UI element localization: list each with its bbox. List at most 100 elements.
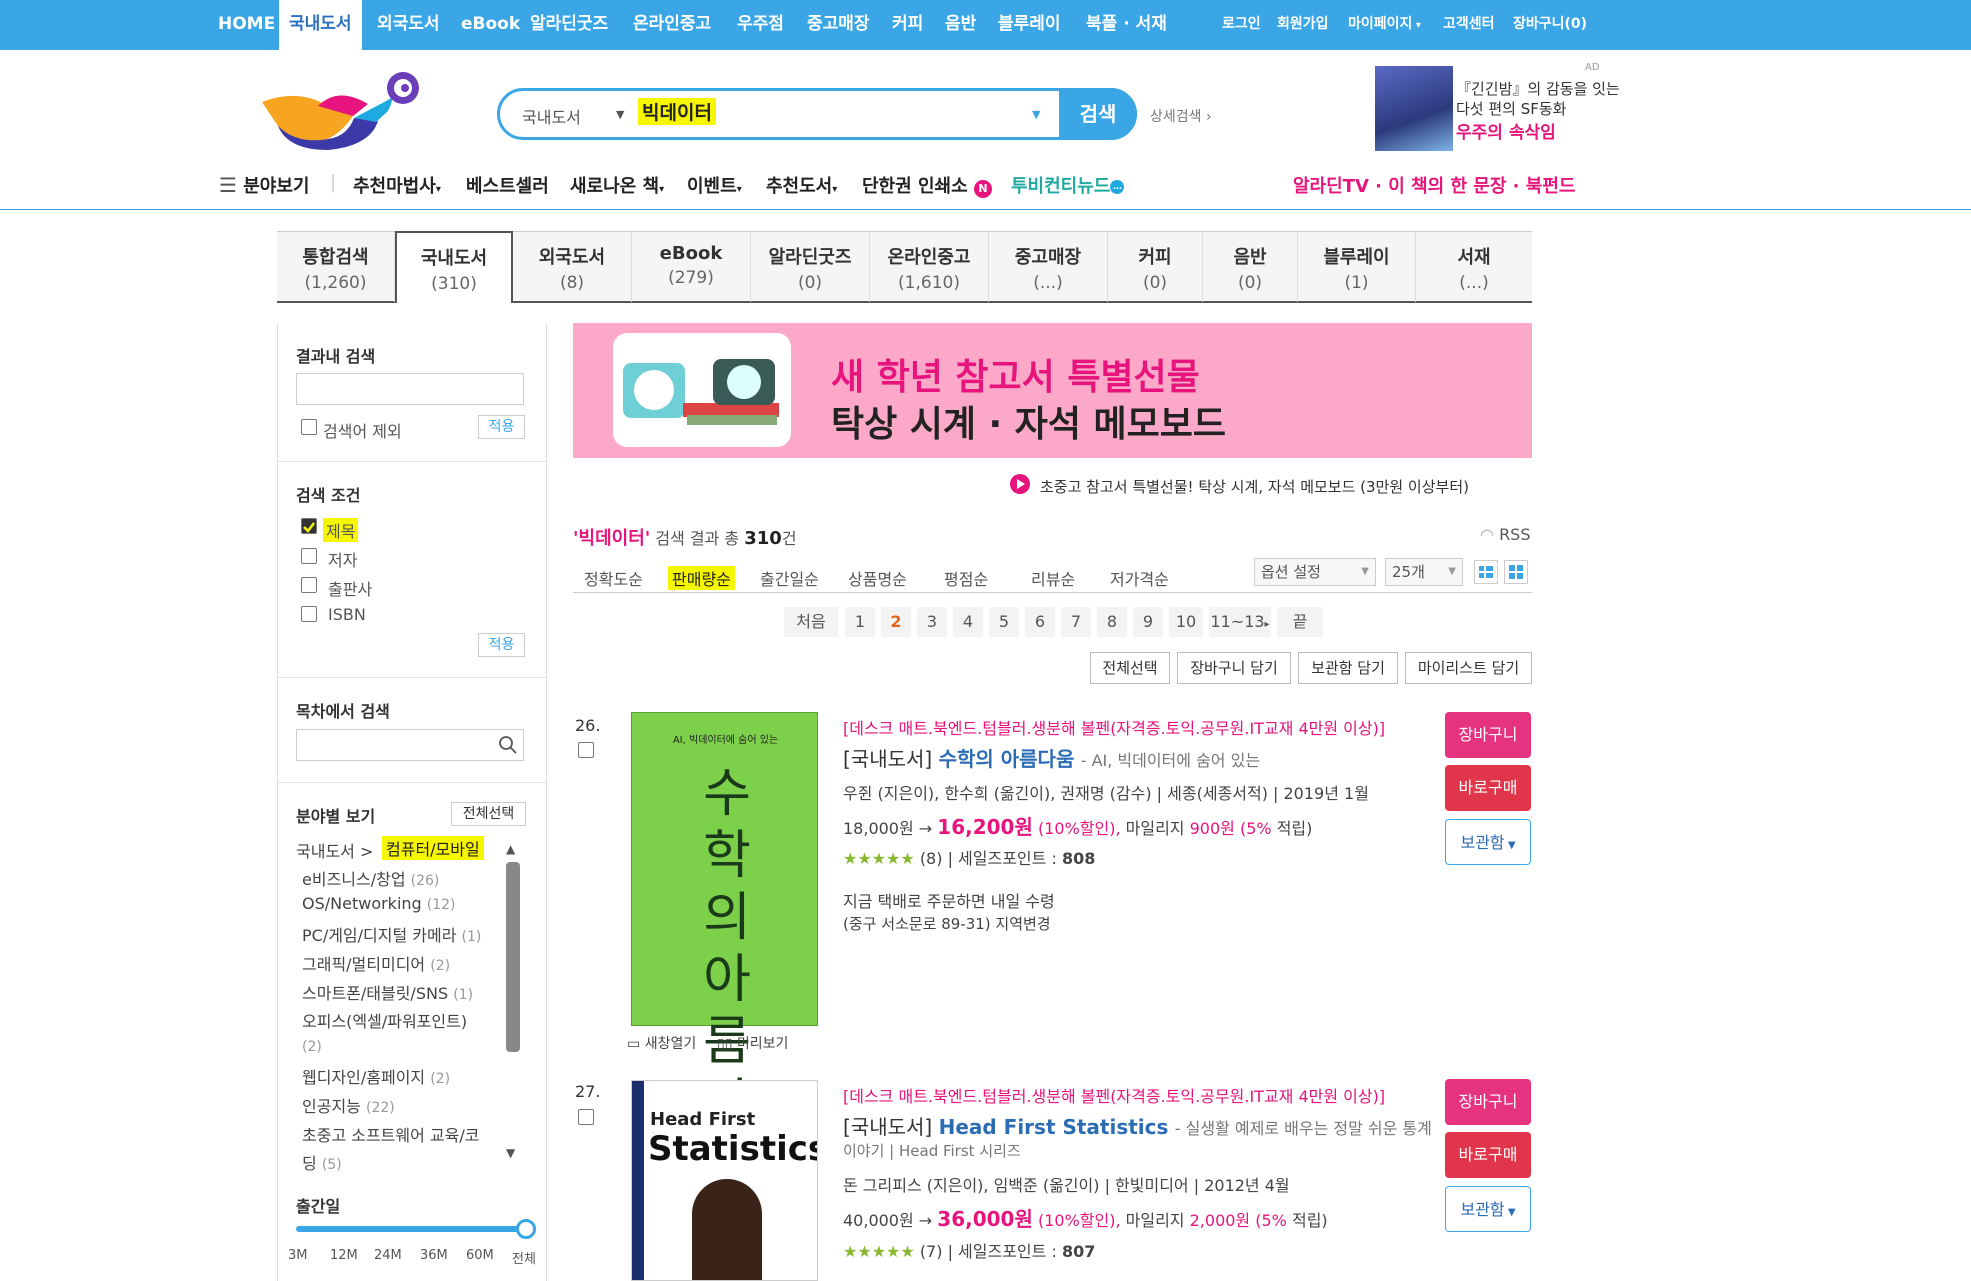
select-all-button[interactable]: 전체선택	[1090, 652, 1170, 684]
review-count[interactable]: (7) | 세일즈포인트 :	[920, 1242, 1057, 1261]
page-first[interactable]: 처음	[784, 607, 838, 637]
category-item-count[interactable]: (2)	[302, 1036, 322, 1055]
nav-events[interactable]: 이벤트▾	[687, 172, 742, 198]
category-current[interactable]: 컴퓨터/모바일	[382, 836, 484, 860]
toc-search-input[interactable]	[296, 729, 524, 761]
category-item[interactable]: 초중고 소프트웨어 교육/코	[302, 1122, 479, 1146]
pubdate-slider-handle[interactable]	[516, 1219, 536, 1239]
search-dropdown-icon[interactable]: ▼	[1032, 108, 1040, 121]
sort-accuracy[interactable]: 정확도순	[584, 566, 643, 590]
signup-link[interactable]: 회원가입	[1277, 0, 1329, 50]
scroll-up-icon[interactable]: ▲	[506, 842, 515, 856]
in-result-search-input[interactable]	[296, 373, 524, 405]
book-title[interactable]: Head First Statistics	[939, 1115, 1169, 1139]
select-all-fields-button[interactable]: 전체선택	[451, 802, 526, 826]
title-checkbox[interactable]	[301, 518, 317, 534]
nav-used-online[interactable]: 온라인중고	[633, 0, 711, 50]
item-checkbox[interactable]	[578, 1109, 594, 1125]
category-path[interactable]: 국내도서 >	[296, 838, 373, 862]
category-item[interactable]: 인공지능 (22)	[302, 1093, 395, 1117]
category-scrollbar[interactable]	[506, 862, 520, 1052]
nav-goods[interactable]: 알라딘굿즈	[530, 0, 608, 50]
tab-domestic[interactable]: 국내도서 (310)	[395, 231, 513, 303]
tab-ebook[interactable]: eBook (279)	[632, 232, 751, 302]
login-link[interactable]: 로그인	[1222, 0, 1261, 50]
add-to-wishlist-button[interactable]: 보관함 담기	[1298, 652, 1398, 684]
nav-coffee[interactable]: 커피	[892, 0, 923, 50]
nav-foreign-books[interactable]: 외국도서	[377, 0, 440, 50]
sort-name[interactable]: 상품명순	[848, 566, 907, 590]
new-window-link[interactable]: ▭ 새창열기	[627, 1033, 696, 1053]
category-menu-button[interactable]: ☰ 분야보기	[219, 172, 309, 198]
page-6[interactable]: 6	[1025, 607, 1055, 637]
item-checkbox[interactable]	[578, 742, 594, 758]
category-item[interactable]: PC/게임/디지털 카메라 (1)	[302, 922, 481, 946]
sort-reviews[interactable]: 리뷰순	[1031, 566, 1075, 590]
cart-button[interactable]: 장바구니	[1445, 1079, 1531, 1125]
search-category-select[interactable]: 국내도서	[522, 104, 581, 128]
sort-lowprice[interactable]: 저가격순	[1110, 566, 1169, 590]
nav-used-store[interactable]: 중고매장	[807, 0, 870, 50]
pubdate-slider[interactable]	[296, 1226, 526, 1232]
tab-used-online[interactable]: 온라인중고 (1,610)	[870, 232, 989, 302]
page-1[interactable]: 1	[845, 607, 875, 637]
advanced-search-link[interactable]: 상세검색 ›	[1150, 106, 1212, 126]
tab-used-store[interactable]: 중고매장 (...)	[989, 232, 1108, 302]
page-last[interactable]: 끝	[1277, 607, 1323, 637]
list-view-icon[interactable]	[1474, 560, 1498, 584]
apply-conditions-button[interactable]: 적용	[478, 633, 525, 657]
tab-all[interactable]: 통합검색 (1,260)	[277, 232, 395, 302]
nav-single-print[interactable]: 단한권 인쇄소 N	[862, 172, 992, 198]
search-input[interactable]: 빅데이터	[638, 98, 716, 125]
page-next-range[interactable]: 11~13▸	[1209, 607, 1271, 637]
nav-space-store[interactable]: 우주점	[737, 0, 784, 50]
category-item[interactable]: e비즈니스/창업 (26)	[302, 866, 439, 890]
category-item[interactable]: 스마트폰/태블릿/SNS (1)	[302, 980, 473, 1004]
tab-bluray[interactable]: 블루레이 (1)	[1298, 232, 1416, 302]
page-5[interactable]: 5	[989, 607, 1019, 637]
author-checkbox[interactable]	[301, 548, 317, 564]
category-item[interactable]: 오피스(엑셀/파워포인트)	[302, 1008, 467, 1032]
sort-pubdate[interactable]: 출간일순	[760, 566, 819, 590]
page-9[interactable]: 9	[1133, 607, 1163, 637]
sort-rating[interactable]: 평점순	[944, 566, 988, 590]
promo-link[interactable]: [데스크 매트.북엔드.텀블러.생분해 볼펜(자격증.토익.공무원.IT교재 4…	[843, 1083, 1385, 1107]
nav-music[interactable]: 음반	[945, 0, 976, 50]
isbn-checkbox[interactable]	[301, 606, 317, 622]
page-3[interactable]: 3	[917, 607, 947, 637]
promo-text[interactable]: 초중고 참고서 특별선물! 탁상 시계, 자석 메모보드 (3만원 이상부터)	[1040, 476, 1469, 497]
tab-music[interactable]: 음반 (0)	[1203, 232, 1298, 302]
wishlist-button[interactable]: 보관함 ▼	[1445, 819, 1531, 865]
nav-bluray[interactable]: 블루레이	[998, 0, 1061, 50]
page-7[interactable]: 7	[1061, 607, 1091, 637]
cart-link[interactable]: 장바구니(0)	[1513, 0, 1587, 50]
delivery-address[interactable]: (중구 서소문로 89-31) 지역변경	[843, 913, 1051, 934]
nav-recommended[interactable]: 추천도서▾	[766, 172, 837, 198]
nav-ebook[interactable]: eBook	[461, 0, 520, 50]
book-cover[interactable]: Head First Statistics	[631, 1080, 818, 1281]
book-title[interactable]: 수학의 아름다움	[939, 747, 1075, 771]
sort-sales[interactable]: 판매량순	[668, 566, 735, 590]
exclude-checkbox[interactable]	[301, 419, 317, 435]
page-4[interactable]: 4	[953, 607, 983, 637]
promo-link[interactable]: [데스크 매트.북엔드.텀블러.생분해 볼펜(자격증.토익.공무원.IT교재 4…	[843, 715, 1385, 739]
rss-link[interactable]: ◠ RSS	[1480, 525, 1531, 544]
nav-recommend-wizard[interactable]: 추천마법사▾	[353, 172, 441, 198]
wishlist-button[interactable]: 보관함 ▼	[1445, 1186, 1531, 1232]
tab-coffee[interactable]: 커피 (0)	[1108, 232, 1203, 302]
page-2[interactable]: 2	[881, 607, 911, 637]
mypage-link[interactable]: 마이페이지 ▾	[1348, 0, 1421, 50]
review-count[interactable]: (8) | 세일즈포인트 :	[920, 849, 1057, 868]
tab-library[interactable]: 서재 (...)	[1416, 232, 1532, 302]
add-to-cart-button[interactable]: 장바구니 담기	[1177, 652, 1291, 684]
scroll-down-icon[interactable]: ▼	[506, 1146, 515, 1160]
nav-right-links[interactable]: 알라딘TV · 이 책의 한 문장 · 북펀드	[1293, 172, 1575, 198]
tab-goods[interactable]: 알라딘굿즈 (0)	[751, 232, 870, 302]
search-button[interactable]: 검색	[1059, 88, 1137, 140]
per-page-dropdown[interactable]: 25개 ▼	[1385, 558, 1463, 586]
apply-button[interactable]: 적용	[478, 415, 525, 439]
nav-to-be-continued[interactable]: 투비컨티뉴드…	[1011, 172, 1125, 198]
nav-new-books[interactable]: 새로나온 책▾	[570, 172, 664, 198]
options-dropdown[interactable]: 옵션 설정 ▼	[1254, 558, 1376, 586]
page-10[interactable]: 10	[1169, 607, 1203, 637]
